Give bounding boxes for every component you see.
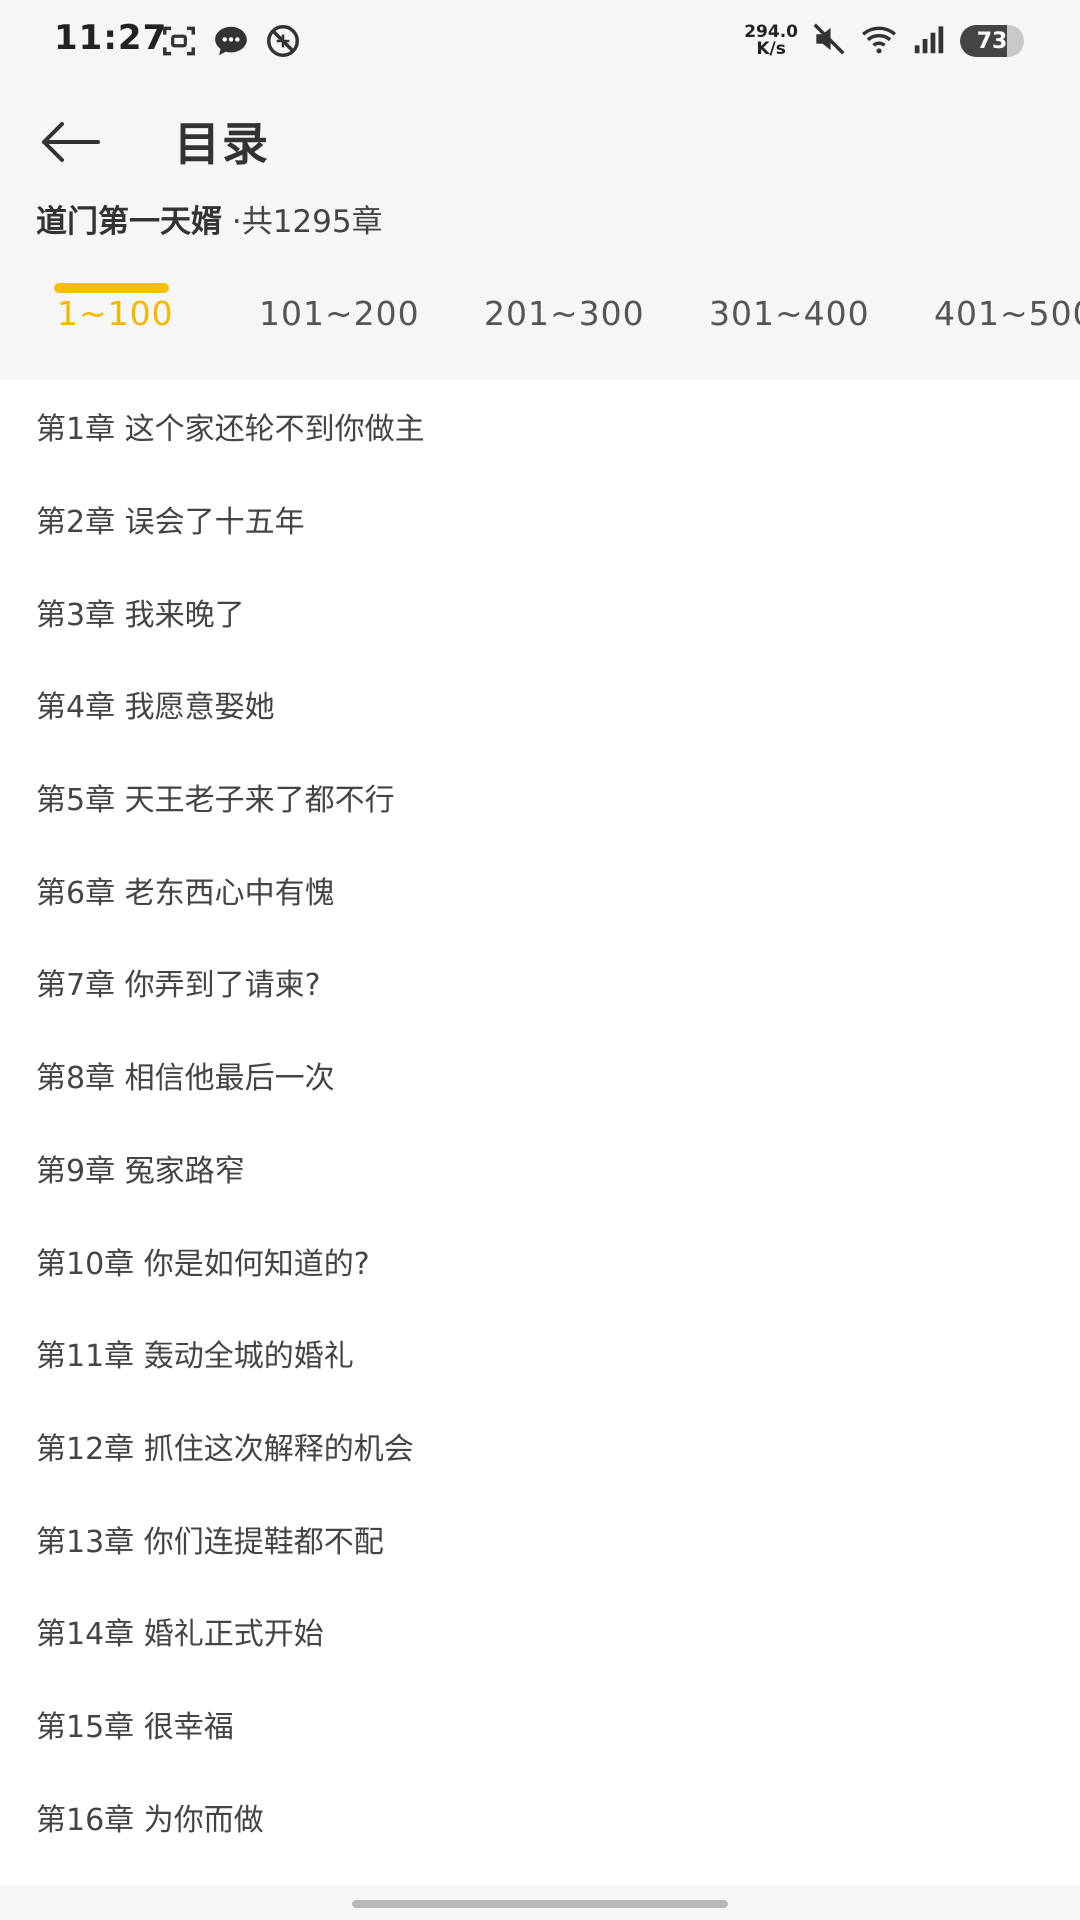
- tab-201-300[interactable]: 201~300: [484, 294, 645, 333]
- chapter-list: 第1章 这个家还轮不到你做主 第2章 误会了十五年 第3章 我来晚了 第4章 我…: [0, 380, 1080, 1885]
- net-speed: 294.0 K/s: [744, 24, 798, 58]
- chapter-range-tabs: 1~100 101~200 201~300 301~400 401~500: [0, 294, 1080, 380]
- blocked-icon: [264, 22, 302, 64]
- book-info: 道门第一天婿 ·共1295章: [36, 196, 383, 241]
- chapter-item[interactable]: 第11章 轰动全城的婚礼: [0, 1307, 1080, 1400]
- back-button[interactable]: [34, 110, 106, 174]
- chapter-item[interactable]: 第8章 相信他最后一次: [0, 1029, 1080, 1122]
- active-tab-indicator: [54, 283, 169, 293]
- chapter-count: ·共1295章: [231, 204, 383, 240]
- chapter-item[interactable]: 第7章 你弄到了请柬?: [0, 936, 1080, 1029]
- gesture-area: [0, 1885, 1080, 1920]
- chapter-item[interactable]: 第14章 婚礼正式开始: [0, 1585, 1080, 1678]
- chapter-item[interactable]: 第3章 我来晚了: [0, 565, 1080, 658]
- battery-indicator: 73: [960, 25, 1024, 57]
- tab-301-400[interactable]: 301~400: [709, 294, 870, 333]
- chapter-item[interactable]: 第13章 你们连提鞋都不配: [0, 1492, 1080, 1585]
- mute-icon: [810, 20, 848, 62]
- chapter-item[interactable]: 第9章 冤家路窄: [0, 1122, 1080, 1215]
- chapter-item[interactable]: 第6章 老东西心中有愧: [0, 843, 1080, 936]
- chapter-item[interactable]: 第15章 很幸福: [0, 1678, 1080, 1771]
- header: 目录 道门第一天婿 ·共1295章 1~100 101~200 201~300 …: [0, 84, 1080, 380]
- chapter-item[interactable]: 第1章 这个家还轮不到你做主: [0, 380, 1080, 473]
- tab-1-100[interactable]: 1~100: [57, 294, 174, 333]
- signal-icon: [910, 20, 948, 62]
- book-title: 道门第一天婿: [36, 204, 222, 240]
- chapter-item[interactable]: 第4章 我愿意娶她: [0, 658, 1080, 751]
- chapter-item[interactable]: 第16章 为你而做: [0, 1770, 1080, 1863]
- chapter-item[interactable]: 第10章 你是如何知道的?: [0, 1214, 1080, 1307]
- status-right-icons: 294.0 K/s 73: [744, 20, 1024, 62]
- wifi-icon: [860, 20, 898, 62]
- chapter-item[interactable]: 第5章 天王老子来了都不行: [0, 751, 1080, 844]
- page-title: 目录: [174, 117, 270, 171]
- tab-401-500[interactable]: 401~500: [934, 294, 1080, 333]
- screenshot-icon: [160, 22, 198, 64]
- chapter-item[interactable]: 第2章 误会了十五年: [0, 473, 1080, 566]
- status-left-icons: [160, 22, 302, 64]
- back-arrow-icon: [42, 122, 100, 162]
- status-time: 11:27: [54, 18, 168, 58]
- status-bar: 11:27 294.0 K/s 73: [0, 0, 1080, 84]
- chapter-item[interactable]: 第12章 抓住这次解释的机会: [0, 1400, 1080, 1493]
- net-speed-unit: K/s: [756, 39, 786, 59]
- tab-101-200[interactable]: 101~200: [259, 294, 420, 333]
- home-gesture-bar[interactable]: [352, 1900, 728, 1908]
- battery-level: 73: [976, 28, 1008, 54]
- message-icon: [212, 22, 250, 64]
